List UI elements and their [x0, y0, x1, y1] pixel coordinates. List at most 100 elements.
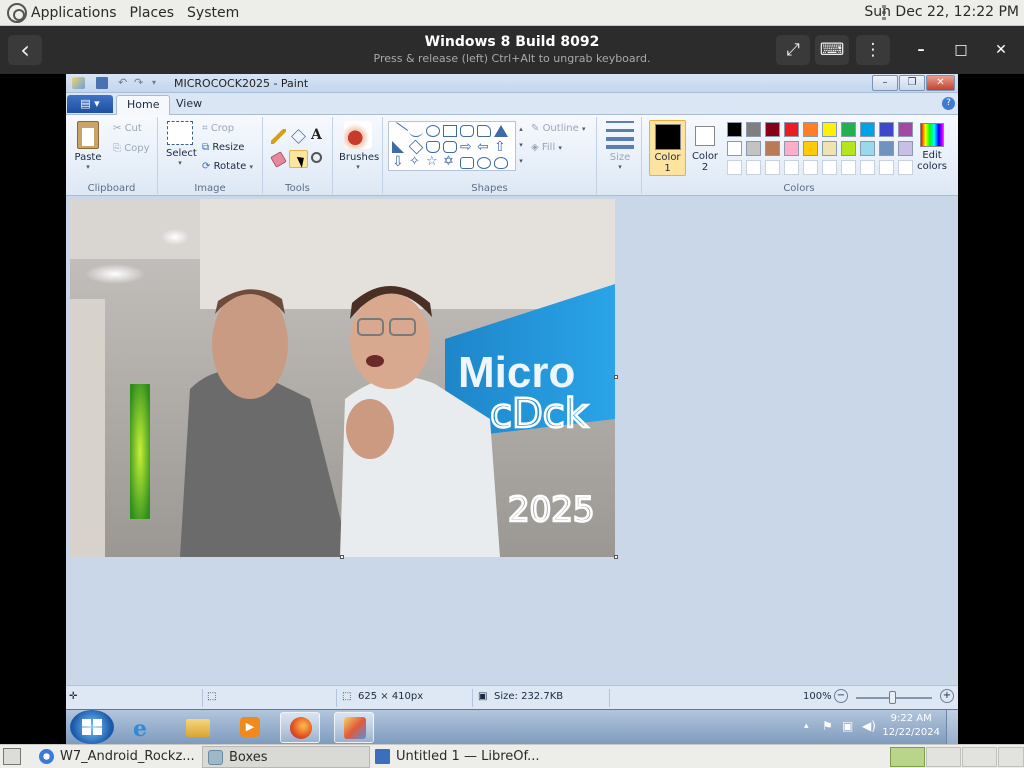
palette-swatch[interactable]: [803, 122, 818, 137]
custom-color-slot[interactable]: [822, 160, 837, 175]
down-arrow-shape-icon[interactable]: ⇩: [392, 154, 404, 170]
workspace-1[interactable]: [890, 747, 925, 767]
shapes-scroll[interactable]: ▴ ▾ ▾: [517, 121, 525, 171]
redo-icon[interactable]: ↷: [134, 76, 143, 89]
firefox-taskbar-button[interactable]: [280, 712, 320, 743]
palette-swatch[interactable]: [746, 122, 761, 137]
five-point-star-shape-icon[interactable]: ☆: [426, 154, 438, 169]
paint-minimize-button[interactable]: –: [872, 75, 898, 91]
workspace-2[interactable]: [926, 747, 961, 767]
palette-swatch[interactable]: [803, 141, 818, 156]
right-triangle-shape-icon[interactable]: [392, 141, 404, 153]
six-point-star-shape-icon[interactable]: ✡: [443, 154, 454, 169]
pencil-icon[interactable]: [271, 129, 286, 144]
fill-button[interactable]: ◈ Fill ▾: [531, 142, 562, 153]
show-desktop-icon[interactable]: [3, 748, 21, 765]
palette-swatch[interactable]: [784, 141, 799, 156]
custom-color-slot[interactable]: [727, 160, 742, 175]
taskbar-clock[interactable]: 9:22 AM 12/22/2024: [882, 712, 940, 740]
volume-icon[interactable]: ◀): [862, 719, 876, 733]
paint-taskbar-button[interactable]: [334, 712, 374, 743]
eraser-icon[interactable]: [270, 151, 287, 168]
taskbar-window-boxes[interactable]: Boxes: [202, 746, 370, 768]
palette-swatch[interactable]: [879, 141, 894, 156]
palette-swatch[interactable]: [822, 122, 837, 137]
color1-button[interactable]: Color 1: [649, 120, 686, 176]
palette-swatch[interactable]: [860, 122, 875, 137]
palette-swatch[interactable]: [784, 122, 799, 137]
workspace-3[interactable]: [962, 747, 997, 767]
oval-callout-shape-icon[interactable]: [477, 157, 491, 169]
custom-color-slot[interactable]: [841, 160, 856, 175]
rectangle-shape-icon[interactable]: [443, 125, 457, 137]
diamond-shape-icon[interactable]: [408, 139, 424, 155]
zoom-out-button[interactable]: −: [834, 689, 848, 703]
palette-swatch[interactable]: [898, 141, 913, 156]
triangle-shape-icon[interactable]: [494, 125, 508, 137]
action-center-flag-icon[interactable]: ⚑: [822, 719, 833, 733]
resize-handle-bottom[interactable]: [340, 555, 344, 559]
window-close-button[interactable]: ✕: [991, 40, 1011, 60]
up-arrow-shape-icon[interactable]: ⇧: [494, 139, 506, 155]
resize-button[interactable]: ⧉ Resize: [202, 142, 244, 153]
palette-swatch[interactable]: [841, 141, 856, 156]
paste-button[interactable]: Paste ▾: [74, 121, 102, 171]
shapes-gallery[interactable]: ⇨ ⇦ ⇧ ⇩ ✧ ☆ ✡: [388, 121, 516, 171]
zoom-slider-thumb[interactable]: [889, 691, 896, 704]
media-player-taskbar-button[interactable]: ▶: [230, 712, 270, 743]
text-tool-icon[interactable]: A: [311, 127, 326, 143]
show-hidden-icons[interactable]: ▴: [804, 721, 809, 731]
palette-swatch[interactable]: [841, 122, 856, 137]
edit-colors-button[interactable]: Edit colors: [914, 120, 950, 176]
palette-swatch[interactable]: [765, 141, 780, 156]
left-arrow-shape-icon[interactable]: ⇦: [477, 139, 489, 155]
four-point-star-shape-icon[interactable]: ✧: [409, 154, 420, 169]
palette-swatch[interactable]: [860, 141, 875, 156]
outline-button[interactable]: ✎ Outline ▾: [531, 123, 585, 134]
palette-swatch[interactable]: [879, 122, 894, 137]
taskbar-window-libreoffice[interactable]: Untitled 1 — LibreOf...: [370, 746, 542, 768]
window-maximize-button[interactable]: □: [951, 40, 971, 60]
save-icon[interactable]: [96, 77, 108, 89]
gnome-foot-icon[interactable]: [7, 2, 27, 23]
select-button[interactable]: Select ▾: [166, 121, 197, 167]
brushes-button[interactable]: Brushes ▾: [339, 121, 379, 171]
panel-clock[interactable]: Sun Dec 22, 12:22 PM: [864, 4, 1019, 20]
palette-swatch[interactable]: [727, 122, 742, 137]
custom-color-slot[interactable]: [898, 160, 913, 175]
custom-color-slot[interactable]: [784, 160, 799, 175]
cut-button[interactable]: ✂ Cut: [113, 123, 142, 134]
right-arrow-shape-icon[interactable]: ⇨: [460, 139, 472, 155]
oval-shape-icon[interactable]: [426, 125, 440, 137]
show-desktop-button[interactable]: [946, 710, 958, 744]
paint-restore-button[interactable]: ❐: [899, 75, 925, 91]
cloud-callout-shape-icon[interactable]: [494, 157, 508, 169]
internet-explorer-taskbar-button[interactable]: e: [124, 712, 164, 743]
explorer-taskbar-button[interactable]: [178, 712, 218, 743]
rotate-button[interactable]: ⟳ Rotate ▾: [202, 161, 253, 172]
size-button[interactable]: Size ▾: [603, 121, 637, 171]
resize-handle-corner[interactable]: [614, 555, 618, 559]
copy-button[interactable]: ⎘ Copy: [113, 143, 150, 154]
tab-view[interactable]: View: [166, 95, 212, 115]
palette-swatch[interactable]: [765, 122, 780, 137]
color2-button[interactable]: Color 2: [689, 120, 721, 176]
palette-swatch[interactable]: [727, 141, 742, 156]
canvas-workspace[interactable]: Micro cDck 2025: [66, 196, 958, 685]
applications-menu[interactable]: Applications: [31, 5, 117, 21]
custom-color-slot[interactable]: [860, 160, 875, 175]
custom-color-slot[interactable]: [746, 160, 761, 175]
window-minimize-button[interactable]: –: [911, 40, 931, 60]
custom-color-slot[interactable]: [765, 160, 780, 175]
hexagon-shape-icon[interactable]: [443, 141, 457, 153]
taskbar-window-w7-android[interactable]: W7_Android_Rockz...: [34, 746, 200, 768]
polygon-shape-icon[interactable]: [477, 125, 491, 137]
rounded-callout-shape-icon[interactable]: [460, 157, 474, 169]
customize-quick-access-icon[interactable]: ▾: [152, 78, 156, 87]
custom-color-slot[interactable]: [879, 160, 894, 175]
custom-color-slot[interactable]: [803, 160, 818, 175]
paint-menu-button[interactable]: ▤ ▾: [67, 95, 113, 113]
menu-button[interactable]: ⋮: [856, 35, 890, 65]
network-icon[interactable]: ▣: [842, 719, 853, 733]
resize-handle-right[interactable]: [614, 375, 618, 379]
